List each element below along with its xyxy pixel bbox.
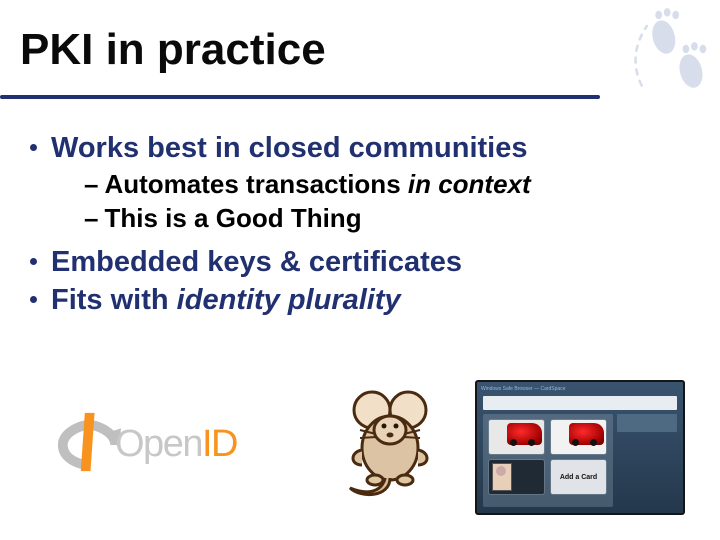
openid-wordmark: OpenID xyxy=(115,423,237,466)
sub-1-1-em: in context xyxy=(408,169,531,199)
bullet-dot-icon xyxy=(30,296,37,303)
openid-id: ID xyxy=(202,423,237,465)
bullet-dot-icon xyxy=(30,258,37,265)
openid-logo: OpenID xyxy=(60,415,270,485)
footprints-icon xyxy=(623,4,708,99)
cardspace-titlebar: Windows Safe Browser — CardSpace xyxy=(481,386,565,392)
openid-icon xyxy=(55,409,123,477)
sub-1-2-text: This is a Good Thing xyxy=(104,202,361,236)
bullet-3-em: identity plurality xyxy=(177,284,401,316)
cardspace-window: Windows Safe Browser — CardSpace Add a C… xyxy=(475,380,685,515)
add-card: Add a Card xyxy=(551,460,606,494)
bullet-dot-icon xyxy=(30,144,37,151)
sub-1-1-pre: Automates transactions xyxy=(104,169,407,199)
bullet-1: Works best in closed communities xyxy=(30,130,690,166)
sub-1-1: – Automates transactions in context xyxy=(84,168,690,202)
bullet-2: Embedded keys & certificates xyxy=(30,244,690,280)
slide-body: Works best in closed communities – Autom… xyxy=(30,130,690,320)
mouse-cartoon-icon xyxy=(330,380,440,505)
dash-icon: – xyxy=(84,168,98,202)
car-icon xyxy=(569,423,604,445)
sub-1-1-text: Automates transactions in context xyxy=(104,168,530,202)
dash-icon: – xyxy=(84,202,98,236)
avatar-icon xyxy=(492,463,512,491)
bullet-3: Fits with identity plurality xyxy=(30,282,690,318)
cardspace-side-panel xyxy=(617,414,677,432)
openid-open: Open xyxy=(115,423,202,465)
title-underline xyxy=(0,95,600,99)
identity-card xyxy=(489,420,544,454)
bullet-1-subs: – Automates transactions in context – Th… xyxy=(84,168,690,236)
car-icon xyxy=(507,423,542,445)
identity-card xyxy=(551,420,606,454)
slide: PKI in practice Works best in closed com… xyxy=(0,0,720,540)
bullet-1-text: Works best in closed communities xyxy=(51,130,527,166)
cardspace-message-bar xyxy=(483,396,677,410)
cardspace-card-grid: Add a Card xyxy=(483,414,613,507)
bullet-2-text: Embedded keys & certificates xyxy=(51,244,462,280)
identity-card xyxy=(489,460,544,494)
sub-1-2: – This is a Good Thing xyxy=(84,202,690,236)
bullet-3-text: Fits with identity plurality xyxy=(51,282,401,318)
image-row: OpenID Windows Safe Browser — CardSpace xyxy=(50,385,690,525)
add-card-label: Add a Card xyxy=(551,460,606,494)
bullet-3-pre: Fits with xyxy=(51,284,177,316)
slide-title: PKI in practice xyxy=(20,25,326,75)
